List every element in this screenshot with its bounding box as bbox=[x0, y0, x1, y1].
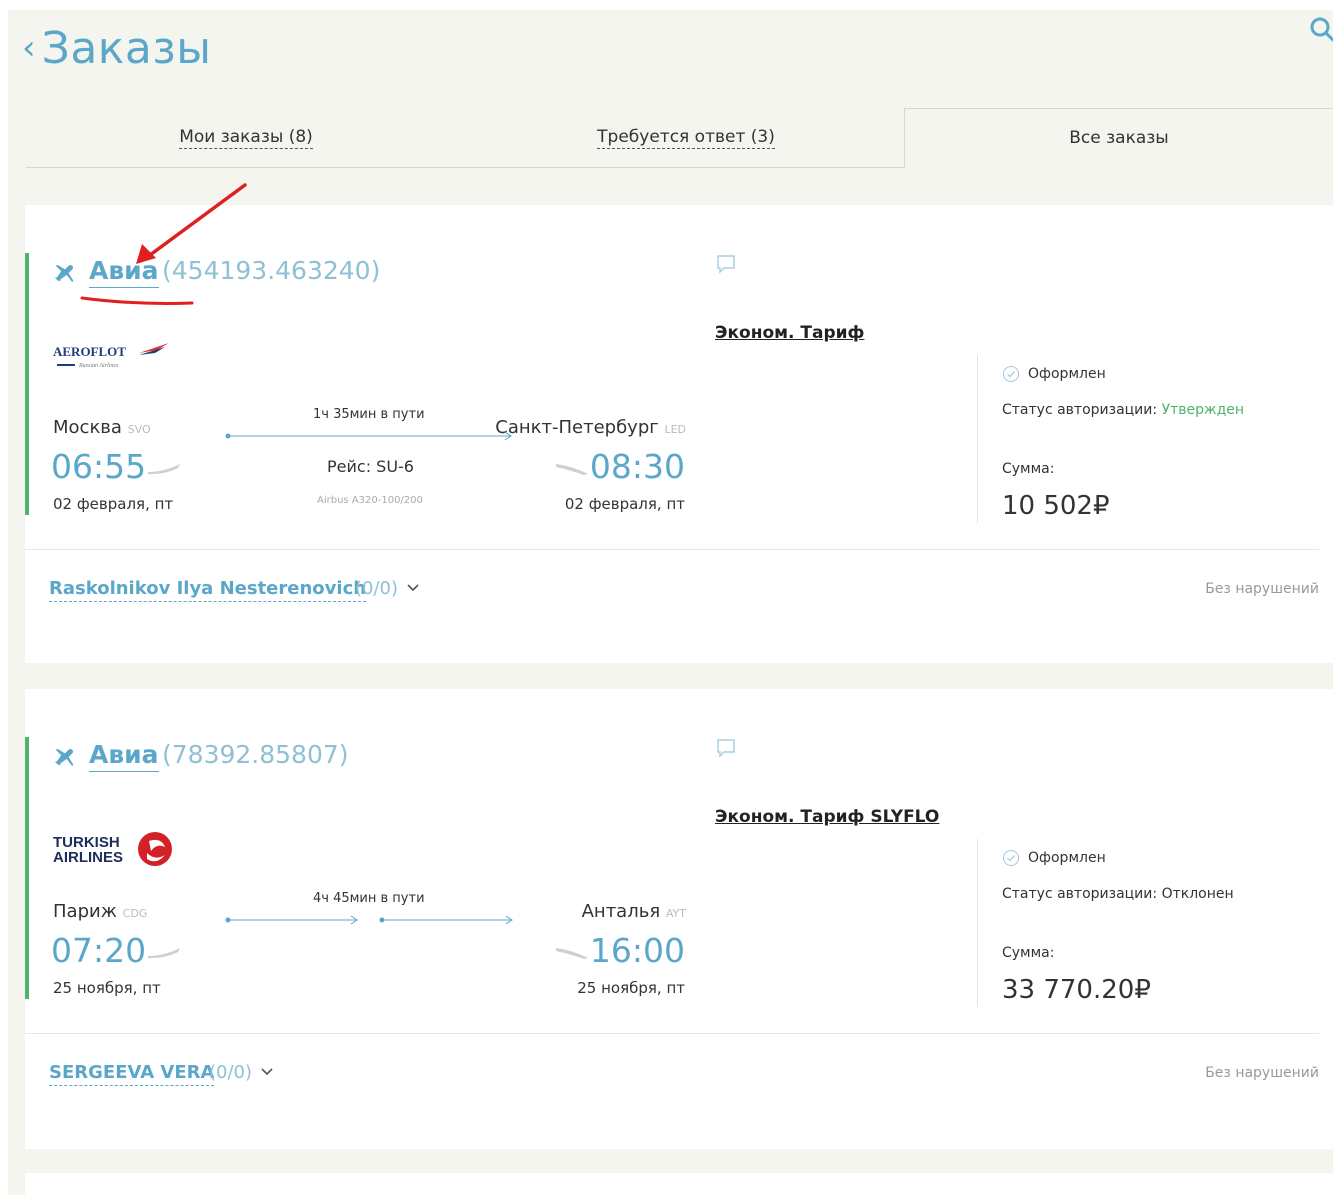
chevron-left-icon[interactable]: ‹ bbox=[22, 31, 36, 65]
tariff-link[interactable]: Эконом. Тариф SLYFLO bbox=[715, 807, 939, 827]
sum-value: 10 502₽ bbox=[1002, 491, 1110, 521]
time-value: 07:20 bbox=[51, 931, 147, 970]
search-icon[interactable] bbox=[1309, 16, 1333, 44]
page: ‹ Заказы Мои заказы (8) Требуется ответ … bbox=[8, 10, 1333, 1195]
tab-label: Все заказы bbox=[1069, 127, 1169, 148]
violations-status: Без нарушений bbox=[1205, 1065, 1319, 1081]
divider bbox=[977, 839, 978, 1007]
tab-label: Требуется ответ (3) bbox=[597, 127, 775, 149]
departure-date: 02 февраля, пт bbox=[53, 495, 174, 513]
logo-text: AEROFLOT bbox=[53, 344, 126, 359]
traveler-link[interactable]: SERGEEVA VERA bbox=[49, 1061, 215, 1086]
iata-code: LED bbox=[664, 423, 686, 436]
landing-icon bbox=[555, 948, 588, 959]
arrival-time: 16:00 bbox=[554, 931, 685, 970]
order-card bbox=[25, 1173, 1333, 1195]
arrival-city: Санкт-Петербург LED bbox=[495, 417, 686, 438]
sum-value: 33 770.20₽ bbox=[1002, 975, 1151, 1005]
route-arrow bbox=[379, 915, 513, 925]
card-divider bbox=[25, 1033, 1319, 1034]
traveler-count: (0/0) bbox=[355, 578, 399, 599]
aeroflot-logo: AEROFLOT Russian Airlines bbox=[53, 341, 173, 382]
flight-duration: 1ч 35мин в пути bbox=[313, 407, 425, 422]
order-type-link[interactable]: Авиа bbox=[89, 739, 159, 772]
status-text: Оформлен bbox=[1028, 366, 1106, 382]
tab-my-orders[interactable]: Мои заказы (8) bbox=[26, 108, 466, 168]
takeoff-icon bbox=[148, 464, 181, 475]
city-name: Москва bbox=[53, 417, 122, 438]
booking-status: Оформлен bbox=[1002, 849, 1106, 867]
time-value: 16:00 bbox=[589, 931, 685, 970]
time-value: 06:55 bbox=[51, 447, 147, 486]
auth-value: Утвержден bbox=[1161, 402, 1245, 418]
flight-duration: 4ч 45мин в пути bbox=[313, 891, 425, 906]
order-number: (454193.463240) bbox=[162, 256, 381, 285]
flight-number: Рейс: SU-6 bbox=[327, 457, 414, 476]
auth-label: Статус авторизации: bbox=[1002, 886, 1162, 902]
tab-all-orders[interactable]: Все заказы bbox=[905, 108, 1333, 168]
status-text: Оформлен bbox=[1028, 850, 1106, 866]
svg-text:AIRLINES: AIRLINES bbox=[53, 849, 123, 866]
order-number: (78392.85807) bbox=[162, 740, 349, 769]
booking-status: Оформлен bbox=[1002, 365, 1106, 383]
chevron-down-icon[interactable] bbox=[261, 1067, 273, 1077]
order-card: Авиа (454193.463240) Эконом. Тариф AEROF… bbox=[25, 205, 1333, 663]
sum-label: Сумма: bbox=[1002, 945, 1055, 961]
turkish-airlines-logo: TURKISH AIRLINES bbox=[53, 831, 177, 876]
order-type-link[interactable]: Авиа bbox=[89, 255, 159, 288]
arrival-city: Анталья AYT bbox=[582, 901, 686, 922]
order-card: Авиа (78392.85807) Эконом. Тариф SLYFLO … bbox=[25, 689, 1333, 1149]
logo-subtext: Russian Airlines bbox=[78, 363, 119, 369]
check-circle-icon bbox=[1003, 366, 1019, 382]
departure-time: 07:20 bbox=[51, 931, 182, 970]
city-name: Париж bbox=[53, 901, 117, 922]
card-divider bbox=[25, 549, 1319, 550]
plane-icon bbox=[54, 748, 74, 767]
auth-value: Отклонен bbox=[1161, 886, 1234, 902]
arrival-time: 08:30 bbox=[554, 447, 685, 486]
aircraft-type: Airbus A320-100/200 bbox=[317, 495, 423, 506]
city-name: Санкт-Петербург bbox=[495, 417, 659, 438]
iata-code: SVO bbox=[127, 423, 151, 436]
chevron-down-icon[interactable] bbox=[407, 583, 419, 593]
sum-label: Сумма: bbox=[1002, 461, 1055, 477]
traveler-count: (0/0) bbox=[209, 1062, 253, 1083]
departure-time: 06:55 bbox=[51, 447, 182, 486]
tariff-link[interactable]: Эконом. Тариф bbox=[715, 323, 864, 343]
status-accent-bar bbox=[25, 737, 29, 999]
chat-icon[interactable] bbox=[715, 737, 737, 759]
route-arrow bbox=[225, 915, 358, 925]
arrival-date: 02 февраля, пт bbox=[564, 495, 685, 513]
page-header: ‹ Заказы bbox=[22, 18, 211, 78]
divider bbox=[977, 355, 978, 523]
iata-code: AYT bbox=[665, 907, 686, 920]
iata-code: CDG bbox=[122, 907, 148, 920]
tab-needs-response[interactable]: Требуется ответ (3) bbox=[466, 108, 906, 168]
page-title: Заказы bbox=[41, 22, 212, 74]
takeoff-icon bbox=[148, 948, 181, 959]
status-accent-bar bbox=[25, 253, 29, 515]
violations-status: Без нарушений bbox=[1205, 581, 1319, 597]
traveler-link[interactable]: Raskolnikov Ilya Nesterenovich bbox=[49, 577, 367, 602]
route-arrow bbox=[225, 431, 512, 441]
plane-icon bbox=[54, 264, 74, 283]
departure-city: Москва SVO bbox=[53, 417, 151, 438]
arrival-date: 25 ноября, пт bbox=[577, 979, 685, 997]
chat-icon[interactable] bbox=[715, 253, 737, 275]
tabs: Мои заказы (8) Требуется ответ (3) Все з… bbox=[26, 108, 1333, 168]
time-value: 08:30 bbox=[589, 447, 685, 486]
auth-status: Статус авторизации: Отклонен bbox=[1002, 886, 1234, 902]
departure-date: 25 ноября, пт bbox=[53, 979, 161, 997]
auth-status: Статус авторизации: Утвержден bbox=[1002, 402, 1244, 418]
city-name: Анталья bbox=[581, 901, 661, 922]
landing-icon bbox=[555, 464, 588, 475]
departure-city: Париж CDG bbox=[53, 901, 147, 922]
tab-label: Мои заказы (8) bbox=[179, 127, 313, 149]
check-circle-icon bbox=[1003, 850, 1019, 866]
auth-label: Статус авторизации: bbox=[1002, 402, 1162, 418]
